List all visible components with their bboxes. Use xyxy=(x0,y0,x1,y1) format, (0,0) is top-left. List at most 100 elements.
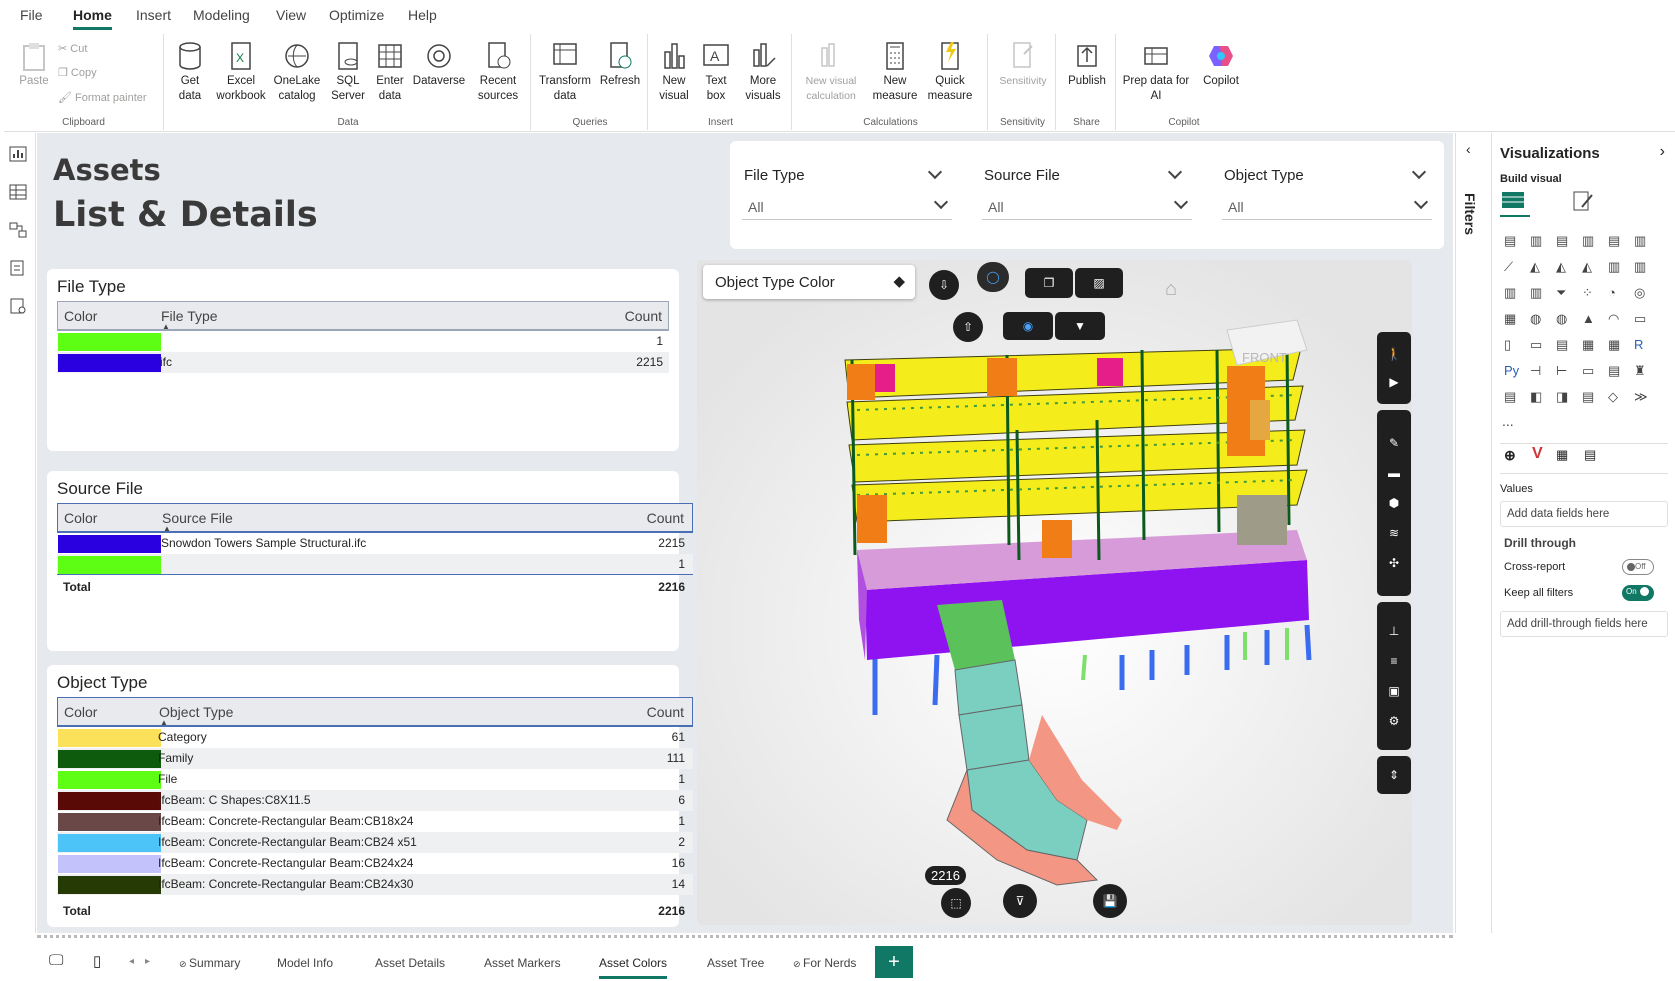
tmdl-view-icon[interactable] xyxy=(8,297,28,315)
table-row[interactable]: IfcBeam: Concrete-Rectangular Beam:CB24 … xyxy=(57,832,693,853)
key-influencers-icon[interactable]: ⊣ xyxy=(1530,363,1548,379)
new-measure-button[interactable]: New measure xyxy=(870,40,920,104)
stacked-area-icon[interactable]: ◭ xyxy=(1556,259,1574,275)
cut-button[interactable]: ✂ Cut xyxy=(58,42,87,55)
stacked-column-icon[interactable]: ▥ xyxy=(1530,233,1548,249)
table-view-icon[interactable] xyxy=(8,183,28,201)
get-data-button[interactable]: Get data xyxy=(170,40,210,104)
100-bar-icon[interactable]: ▤ xyxy=(1608,233,1626,249)
view-cube-label[interactable]: FRONT xyxy=(1242,350,1287,365)
excel-button[interactable]: X Excel workbook xyxy=(216,40,266,104)
filters-pane-collapsed[interactable]: ‹ Filters xyxy=(1455,133,1491,933)
ribbon-icon[interactable]: ▥ xyxy=(1504,285,1522,301)
paste-button[interactable]: Paste xyxy=(14,40,54,89)
gauge-icon[interactable]: ◠ xyxy=(1608,311,1626,327)
table-row[interactable]: File 1 xyxy=(57,769,693,790)
table-row[interactable]: Category 61 xyxy=(57,727,693,748)
3d-building-scene[interactable]: FRONT xyxy=(697,260,1412,925)
mobile-layout-icon[interactable]: ▯ xyxy=(93,952,101,970)
publish-button[interactable]: Publish xyxy=(1062,40,1112,89)
custom-visual2-icon[interactable]: ▤ xyxy=(1584,447,1596,463)
source-file-table-visual[interactable]: Source File Color Source File ▲ Count Sn… xyxy=(47,471,693,651)
clustered-bar-icon[interactable]: ▤ xyxy=(1556,233,1574,249)
paginated-icon[interactable]: ▤ xyxy=(1504,389,1522,405)
menu-file[interactable]: File xyxy=(20,7,43,23)
clustered-column-icon[interactable]: ▥ xyxy=(1582,233,1600,249)
model-view-icon[interactable] xyxy=(8,221,28,239)
format-painter-button[interactable]: 🖌 Format painter xyxy=(58,91,147,104)
color-mode-select[interactable]: Object Type Color ◆ xyxy=(703,265,915,299)
custom-visual-icon[interactable]: ▦ xyxy=(1556,447,1568,463)
table-row[interactable]: 1 xyxy=(57,331,669,352)
smart-narrative-icon[interactable]: ▤ xyxy=(1582,389,1600,405)
folder-icon[interactable]: ▬ xyxy=(1388,466,1400,480)
kpi-icon[interactable]: ▭ xyxy=(1530,337,1548,353)
select-button[interactable]: ◉ xyxy=(1003,312,1053,340)
slicer-source-file-dropdown[interactable]: All xyxy=(982,193,1192,220)
matrix-icon[interactable]: ▦ xyxy=(1608,337,1626,353)
menu-modeling[interactable]: Modeling xyxy=(193,7,250,23)
dax-query-icon[interactable] xyxy=(8,259,28,277)
add-page-button[interactable]: + xyxy=(875,946,913,978)
table-row[interactable]: IfcBeam: Concrete-Rectangular Beam:CB18x… xyxy=(57,811,693,832)
table-row[interactable]: Family 111 xyxy=(57,748,693,769)
table-row[interactable]: IfcBeam: Concrete-Rectangular Beam:CB24x… xyxy=(57,853,693,874)
python-icon[interactable]: Py xyxy=(1504,363,1522,379)
menu-help[interactable]: Help xyxy=(408,7,437,23)
treemap-icon[interactable]: ▦ xyxy=(1504,311,1522,327)
desktop-layout-icon[interactable]: 🖵 xyxy=(49,952,63,969)
line-icon[interactable]: ⟋ xyxy=(1504,259,1522,275)
power-automate-icon[interactable]: ◨ xyxy=(1556,389,1574,405)
keep-filters-toggle[interactable]: On xyxy=(1622,585,1654,601)
table-row[interactable]: 1 xyxy=(57,554,693,575)
trophy-icon[interactable]: ♜ xyxy=(1634,363,1652,379)
diamond-icon[interactable]: ◇ xyxy=(1608,389,1626,405)
multi-card-icon[interactable]: ▯ xyxy=(1504,337,1522,353)
file-type-table-visual[interactable]: File Type Color File Type ▲ Count 1 ifc … xyxy=(47,269,679,451)
copy-button[interactable]: ❐ Copy xyxy=(58,66,97,79)
table-row[interactable]: ifc 2215 xyxy=(57,352,669,373)
format-visual-icon[interactable] xyxy=(1570,189,1596,215)
drill-through-field-well[interactable]: Add drill-through fields here xyxy=(1500,611,1668,637)
table-icon[interactable]: ▦ xyxy=(1582,337,1600,353)
enter-data-button[interactable]: Enter data xyxy=(372,40,408,104)
line-column-2-icon[interactable]: ▥ xyxy=(1634,259,1652,275)
card-icon[interactable]: ▭ xyxy=(1634,311,1652,327)
cube-icon[interactable]: ⬢ xyxy=(1389,496,1399,510)
text-box-button[interactable]: A Text box xyxy=(698,40,734,104)
100-area-icon[interactable]: ◭ xyxy=(1582,259,1600,275)
prep-data-ai-button[interactable]: Prep data for AI xyxy=(1122,40,1190,104)
table-row[interactable]: Snowdon Towers Sample Structural.ifc 221… xyxy=(57,533,693,554)
donut-icon[interactable]: ◎ xyxy=(1634,285,1652,301)
filters-label[interactable]: Filters xyxy=(1462,193,1478,235)
chevron-right-icon[interactable]: › xyxy=(1660,143,1665,161)
stack-icon[interactable]: ≡ xyxy=(1390,654,1397,668)
stacked-bar-icon[interactable]: ▤ xyxy=(1504,233,1522,249)
collapse-up-button[interactable]: ⇧ xyxy=(953,312,983,342)
menu-optimize[interactable]: Optimize xyxy=(329,7,384,23)
build-visual-tab[interactable] xyxy=(1500,189,1530,217)
chevron-down-icon[interactable] xyxy=(1411,164,1427,180)
slicer-file-type-dropdown[interactable]: All xyxy=(742,193,952,220)
line-column-icon[interactable]: ▥ xyxy=(1608,259,1626,275)
copilot-button[interactable]: Copilot xyxy=(1194,40,1248,89)
more-visuals-button[interactable]: More visuals xyxy=(738,40,788,104)
chevron-down-icon[interactable] xyxy=(927,164,943,180)
column-header-count[interactable]: Count xyxy=(625,308,662,324)
table-row[interactable]: IfcBeam: C Shapes:C8X11.5 6 xyxy=(57,790,693,811)
more-visuals-ellipsis[interactable]: ... xyxy=(1502,413,1514,429)
hierarchy-icon[interactable]: ⊥ xyxy=(1389,624,1399,638)
table-row[interactable]: IfcBeam: Concrete-Rectangular Beam:CB24x… xyxy=(57,874,693,895)
refresh-button[interactable]: Refresh xyxy=(597,40,643,89)
section-button[interactable]: ▨ xyxy=(1075,268,1123,298)
column-header-count[interactable]: Count xyxy=(647,510,684,526)
power-apps-icon[interactable]: ◧ xyxy=(1530,389,1548,405)
column-header-color[interactable]: Color xyxy=(64,308,97,324)
pie-icon[interactable]: ◔ xyxy=(1608,285,1626,301)
save-icon[interactable]: ▣ xyxy=(1388,684,1399,698)
slicer-icon[interactable]: ▤ xyxy=(1556,337,1574,353)
walk-icon[interactable]: 🚶 xyxy=(1387,347,1402,361)
sql-button[interactable]: SQL Server xyxy=(328,40,368,104)
column-header-object-type[interactable]: Object Type xyxy=(159,704,233,720)
tab-summary[interactable]: ⊘ Summary xyxy=(179,956,240,970)
